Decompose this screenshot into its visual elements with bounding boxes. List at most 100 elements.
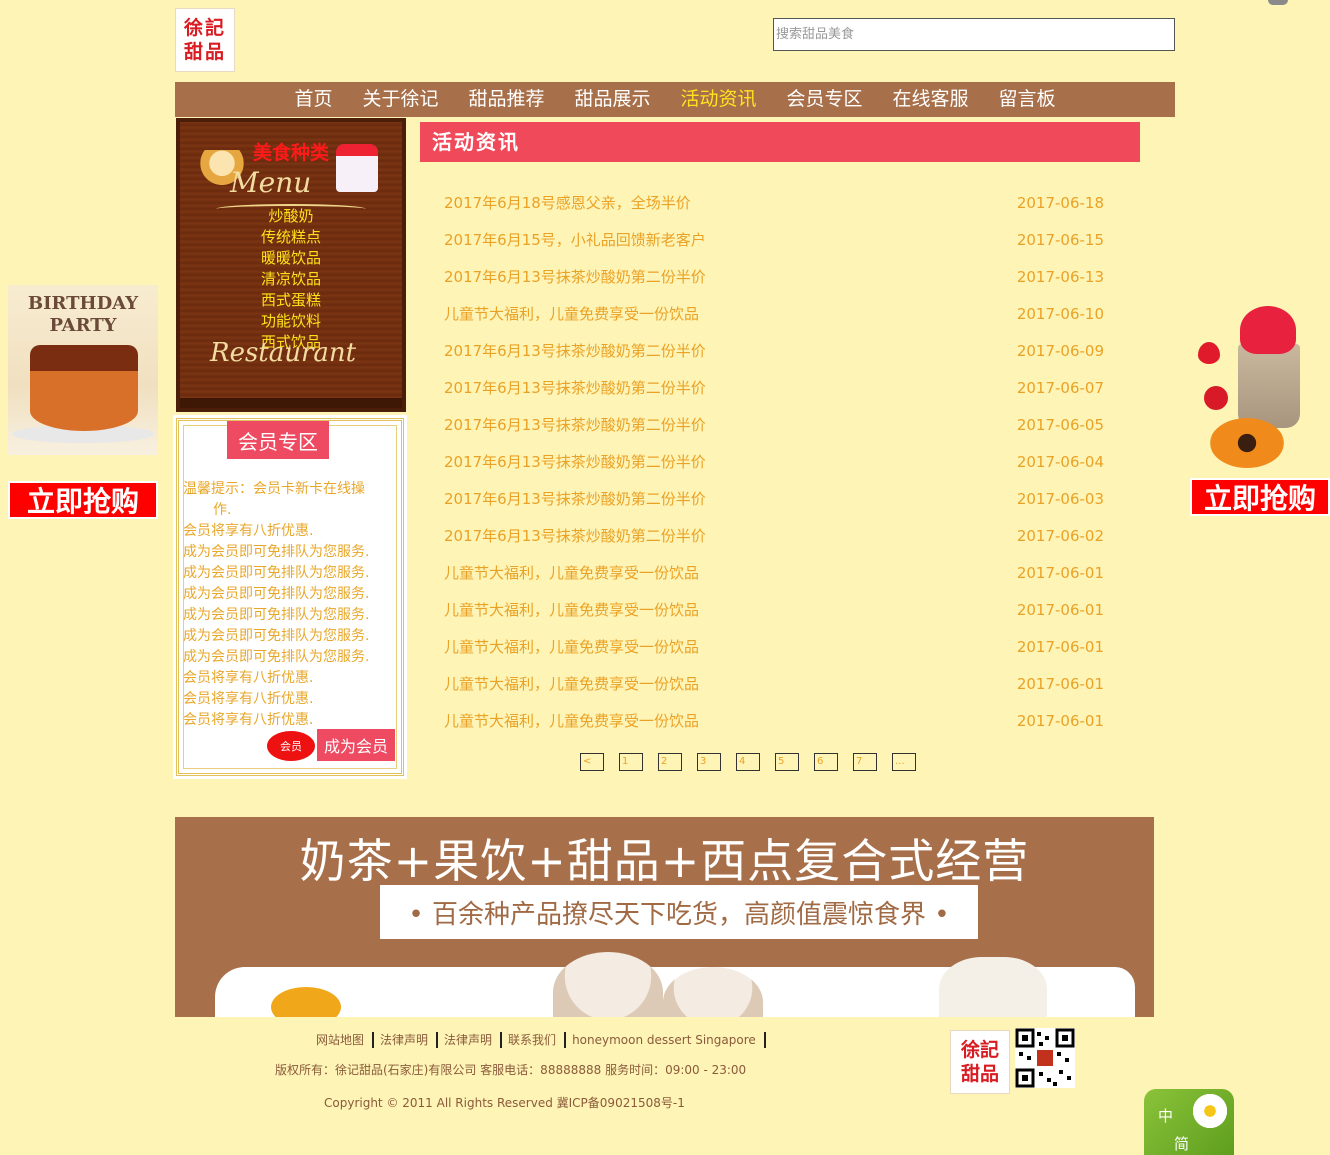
menu-board: 美食种类 Menu 炒酸奶 传统糕点 暖暖饮品 清凉饮品 西式蛋糕 功能饮料 西式饮品 Re… xyxy=(176,118,406,412)
news-item: 2017年6月15号，小礼品回馈新老客户 2017-06-15 xyxy=(444,221,1104,258)
news-item: 儿童节大福利，儿童免费享受一份饮品 2017-06-01 xyxy=(444,628,1104,665)
page-link[interactable]: 4 xyxy=(736,753,760,771)
news-item: 2017年6月13号抹茶炒酸奶第二份半价 2017-06-03 xyxy=(444,480,1104,517)
news-date: 2017-06-13 xyxy=(1016,267,1104,286)
news-title-link[interactable]: 儿童节大福利，儿童免费享受一份饮品 xyxy=(444,636,699,657)
birthday-cake-image xyxy=(30,345,138,431)
nav-item[interactable]: 会员专区 xyxy=(772,82,878,117)
search-input[interactable] xyxy=(773,18,1175,51)
news-item: 儿童节大福利，儿童免费享受一份饮品 2017-06-01 xyxy=(444,554,1104,591)
news-item: 2017年6月13号抹茶炒酸奶第二份半价 2017-06-09 xyxy=(444,332,1104,369)
latte-cup-1 xyxy=(553,952,663,1017)
news-date: 2017-06-18 xyxy=(1016,193,1104,212)
main-nav: 首页 关于徐记 甜品推荐 甜品展示 活动资讯 会员专区 在线客服 留言板 xyxy=(175,82,1175,117)
news-title-link[interactable]: 儿童节大福利，儿童免费享受一份饮品 xyxy=(444,710,699,731)
news-title-link[interactable]: 儿童节大福利，儿童免费享受一份饮品 xyxy=(444,303,699,324)
news-title-link[interactable]: 2017年6月13号抹茶炒酸奶第二份半价 xyxy=(444,340,706,361)
footer-link[interactable]: 网站地图 xyxy=(310,1032,375,1048)
menu-footer-bar xyxy=(180,398,402,408)
page-link[interactable]: 7 xyxy=(853,753,877,771)
daisy-icon xyxy=(1190,1091,1230,1131)
menu-category-item[interactable]: 传统糕点 xyxy=(261,227,321,248)
menu-script-bottom: Restaurant xyxy=(210,338,357,368)
smoothie-cup xyxy=(1238,344,1300,428)
page-link[interactable]: 5 xyxy=(775,753,799,771)
nav-item[interactable]: 甜品推荐 xyxy=(453,82,559,117)
news-title-link[interactable]: 2017年6月13号抹茶炒酸奶第二份半价 xyxy=(444,451,706,472)
nav-item[interactable]: 活动资讯 xyxy=(666,82,772,117)
smoothie-topping xyxy=(1240,306,1296,354)
footer-logo-text-2: 甜品 xyxy=(960,1063,999,1085)
language-switch[interactable]: 中 简 xyxy=(1144,1089,1234,1155)
footer-link[interactable]: 法律声明 xyxy=(374,1032,439,1048)
member-notice: 温馨提示：会员卡新卡在线操 作. 会员将享有八折优惠. 成为会员即可免排队为您服务. 成… xyxy=(183,479,401,731)
member-notice-line: 成为会员即可免排队为您服务. xyxy=(183,544,370,560)
page-link[interactable]: < xyxy=(580,753,604,771)
menu-category-item[interactable]: 清凉饮品 xyxy=(261,269,321,290)
become-member-button[interactable]: 成为会员 xyxy=(317,729,395,761)
news-date: 2017-06-01 xyxy=(1016,674,1104,693)
member-notice-line: 成为会员即可免排队为您服务. xyxy=(183,649,370,665)
news-item: 儿童节大福利，儿童免费享受一份饮品 2017-06-10 xyxy=(444,295,1104,332)
news-date: 2017-06-10 xyxy=(1016,304,1104,323)
news-title-link[interactable]: 儿童节大福利，儿童免费享受一份饮品 xyxy=(444,562,699,583)
page-link[interactable]: 1 xyxy=(619,753,643,771)
member-notice-line: 成为会员即可免排队为您服务. xyxy=(183,628,370,644)
page-link[interactable]: ... xyxy=(892,753,916,771)
page-link[interactable]: 6 xyxy=(814,753,838,771)
birthday-cake-ad[interactable]: BIRTHDAY PARTY xyxy=(8,285,158,455)
news-date: 2017-06-09 xyxy=(1016,341,1104,360)
news-title-link[interactable]: 2017年6月13号抹茶炒酸奶第二份半价 xyxy=(444,266,706,287)
menu-category-item[interactable]: 暖暖饮品 xyxy=(261,248,321,269)
banner-title: 奶茶+果饮+甜品+西点复合式经营 xyxy=(299,834,1030,888)
smoothie-ad[interactable] xyxy=(1190,300,1330,475)
buy-now-button-left[interactable]: 立即抢购 xyxy=(8,481,158,519)
news-header: 活动资讯 xyxy=(420,122,1140,162)
qr-code xyxy=(1015,1028,1075,1088)
footer-links: 网站地图 法律声明 法律声明 联系我们 honeymoon dessert Singap… xyxy=(310,1032,766,1048)
nav-item[interactable]: 在线客服 xyxy=(878,82,984,117)
member-notice-line: 会员将享有八折优惠. xyxy=(183,523,314,539)
banner-subtitle: • 百余种产品撩尽天下吃货，高颜值震惊食界 • xyxy=(380,885,978,939)
nav-item[interactable]: 关于徐记 xyxy=(347,82,453,117)
news-title-link[interactable]: 2017年6月18号感恩父亲，全场半价 xyxy=(444,192,691,213)
news-title-link[interactable]: 2017年6月15号，小礼品回馈新老客户 xyxy=(444,229,706,250)
menu-category-list: 炒酸奶 传统糕点 暖暖饮品 清凉饮品 西式蛋糕 功能饮料 西式饮品 xyxy=(180,206,402,353)
footer-link[interactable]: honeymoon dessert Singapore xyxy=(566,1032,766,1048)
member-notice-line: 成为会员即可免排队为您服务. xyxy=(183,607,370,623)
site-logo[interactable]: 徐記 甜品 xyxy=(175,8,235,72)
menu-category-item[interactable]: 功能饮料 xyxy=(261,311,321,332)
footer-copyright: Copyright © 2011 All Rights Reserved 冀IC… xyxy=(324,1096,685,1110)
footer-logo: 徐記 甜品 xyxy=(950,1030,1010,1094)
news-date: 2017-06-03 xyxy=(1016,489,1104,508)
news-title-link[interactable]: 2017年6月13号抹茶炒酸奶第二份半价 xyxy=(444,377,706,398)
news-date: 2017-06-01 xyxy=(1016,711,1104,730)
news-title-link[interactable]: 2017年6月13号抹茶炒酸奶第二份半价 xyxy=(444,488,706,509)
menu-category-item[interactable]: 炒酸奶 xyxy=(268,206,313,227)
news-item: 2017年6月18号感恩父亲，全场半价 2017-06-18 xyxy=(444,184,1104,221)
lang-label-2: 简 xyxy=(1174,1135,1190,1153)
news-item: 2017年6月13号抹茶炒酸奶第二份半价 2017-06-04 xyxy=(444,443,1104,480)
footer-link[interactable]: 联系我们 xyxy=(502,1032,567,1048)
promo-banner[interactable]: 奶茶+果饮+甜品+西点复合式经营 • 百余种产品撩尽天下吃货，高颜值震惊食界 • xyxy=(175,817,1154,1017)
footer-link[interactable]: 法律声明 xyxy=(438,1032,503,1048)
news-title-link[interactable]: 2017年6月13号抹茶炒酸奶第二份半价 xyxy=(444,525,706,546)
logo-text-1: 徐記 xyxy=(183,17,226,39)
news-item: 2017年6月13号抹茶炒酸奶第二份半价 2017-06-07 xyxy=(444,369,1104,406)
papaya-image xyxy=(1210,418,1284,468)
member-notice-line: 会员将享有八折优惠. xyxy=(183,712,314,728)
news-title-link[interactable]: 儿童节大福利，儿童免费享受一份饮品 xyxy=(444,673,699,694)
member-badge: 会员 xyxy=(267,731,315,761)
nav-item[interactable]: 甜品展示 xyxy=(559,82,665,117)
menu-category-item[interactable]: 西式蛋糕 xyxy=(261,290,321,311)
news-title-link[interactable]: 2017年6月13号抹茶炒酸奶第二份半价 xyxy=(444,414,706,435)
top-decoration xyxy=(1268,0,1288,5)
nav-item[interactable]: 首页 xyxy=(279,82,347,117)
member-notice-line: 会员将享有八折优惠. xyxy=(183,670,314,686)
news-date: 2017-06-07 xyxy=(1016,378,1104,397)
buy-now-button-right[interactable]: 立即抢购 xyxy=(1190,478,1330,516)
nav-item[interactable]: 留言板 xyxy=(984,82,1071,117)
news-title-link[interactable]: 儿童节大福利，儿童免费享受一份饮品 xyxy=(444,599,699,620)
page-link[interactable]: 3 xyxy=(697,753,721,771)
page-link[interactable]: 2 xyxy=(658,753,682,771)
